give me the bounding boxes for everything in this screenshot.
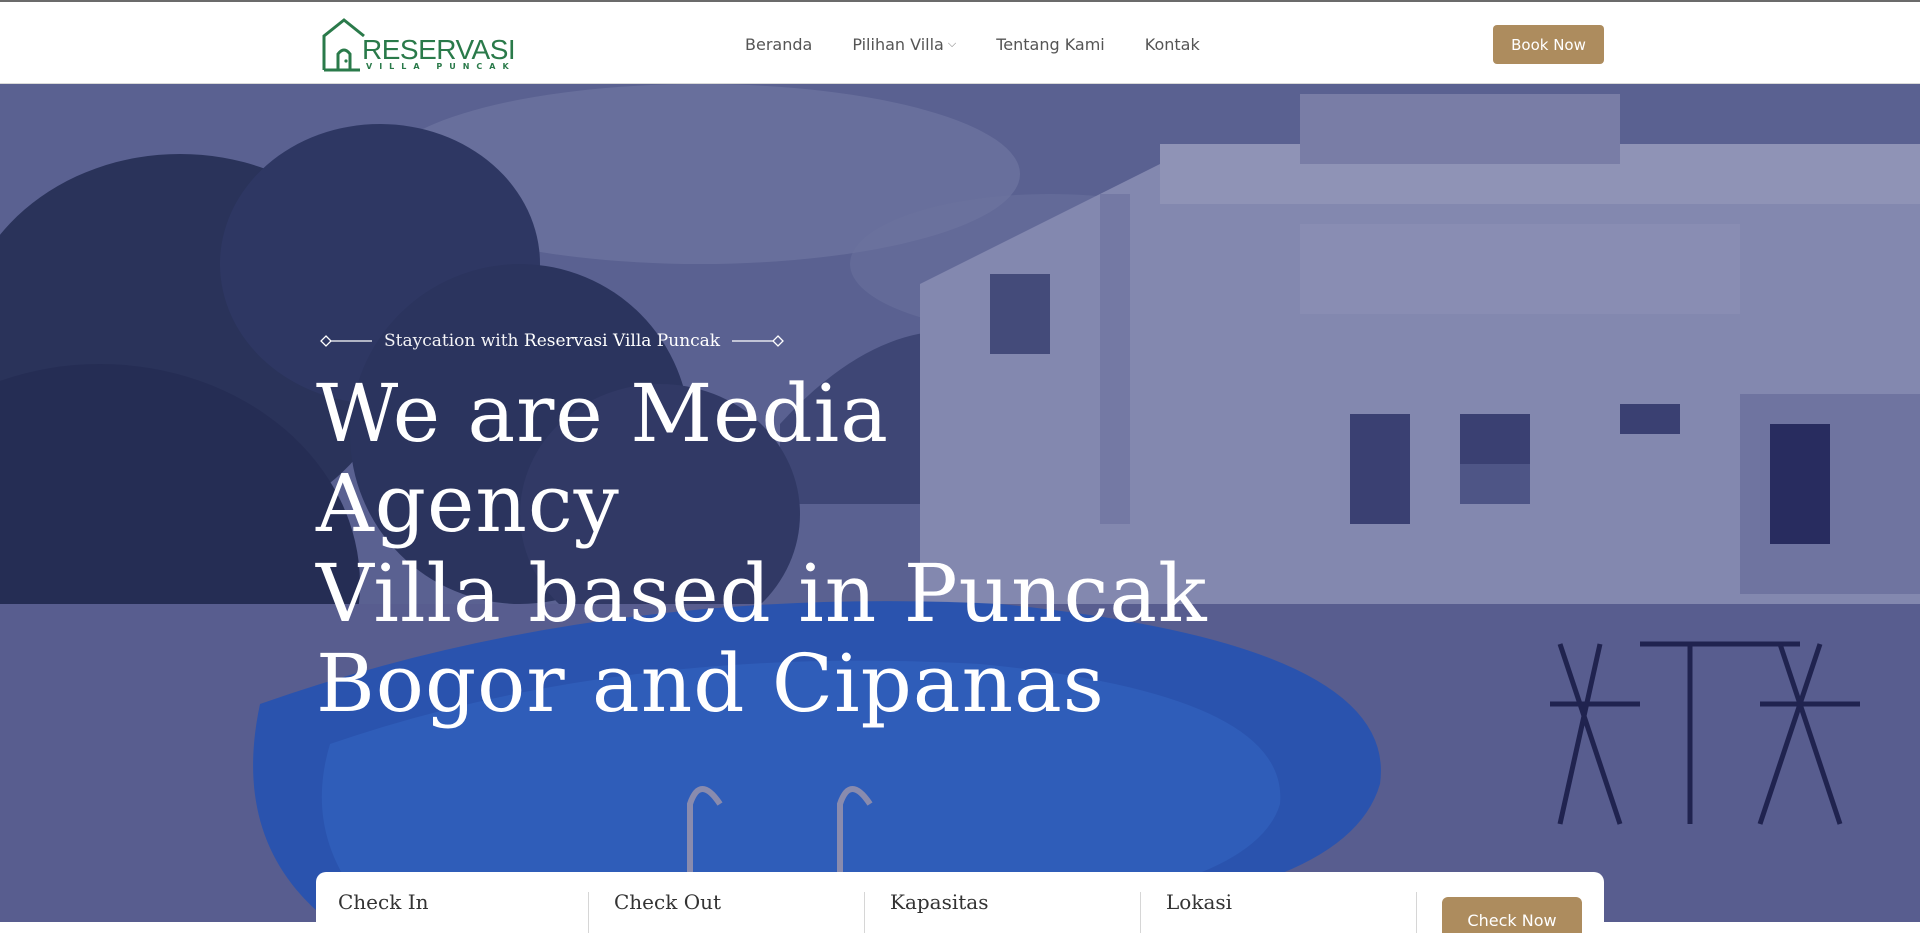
- tagline-brand: Reservasi Villa Puncak: [523, 331, 721, 351]
- hero-title-line-1: We are Media Agency: [316, 367, 889, 550]
- brand-logo[interactable]: RESERVASI VILLA PUNCAK: [320, 14, 516, 72]
- hero-section: Staycation with Reservasi Villa Puncak W…: [0, 84, 1920, 922]
- brand-subtitle: VILLA PUNCAK: [366, 62, 516, 71]
- nav-item-beranda[interactable]: Beranda: [745, 35, 812, 54]
- book-now-button[interactable]: Book Now: [1493, 25, 1604, 64]
- booking-divider: [1140, 892, 1141, 933]
- location-field[interactable]: Lokasi: [1166, 890, 1232, 930]
- site-header: RESERVASI VILLA PUNCAK Beranda Pilihan V…: [0, 2, 1920, 84]
- check-in-field[interactable]: Check In: [338, 890, 428, 930]
- check-now-button[interactable]: Check Now: [1442, 897, 1582, 933]
- hero-tagline: Staycation with Reservasi Villa Puncak: [320, 326, 785, 356]
- nav-item-pilihan-villa[interactable]: Pilihan Villa ⌵: [852, 35, 956, 54]
- capacity-field[interactable]: Kapasitas: [890, 890, 988, 930]
- booking-divider: [588, 892, 589, 933]
- hero-title: We are Media Agency Villa based in Punca…: [316, 369, 1216, 729]
- nav-item-tentang-kami[interactable]: Tentang Kami: [996, 35, 1105, 54]
- main-nav: Beranda Pilihan Villa ⌵ Tentang Kami Kon…: [745, 32, 1240, 56]
- check-out-field[interactable]: Check Out: [614, 890, 721, 930]
- hero-title-line-2: Villa based in Puncak: [316, 547, 1208, 640]
- hero-title-line-3: Bogor and Cipanas: [316, 637, 1105, 730]
- booking-divider: [864, 892, 865, 933]
- booking-form: Check In Check Out Kapasitas Lokasi Chec…: [316, 872, 1604, 933]
- diamond-line-icon: [320, 335, 372, 347]
- tagline-prefix: Staycation with: [384, 331, 519, 351]
- nav-item-label: Pilihan Villa: [852, 34, 944, 54]
- nav-item-kontak[interactable]: Kontak: [1145, 35, 1200, 54]
- tagline-text: Staycation with Reservasi Villa Puncak: [384, 331, 720, 351]
- booking-divider: [1416, 892, 1417, 933]
- chevron-down-icon: ⌵: [947, 37, 957, 50]
- diamond-line-icon: [732, 335, 785, 347]
